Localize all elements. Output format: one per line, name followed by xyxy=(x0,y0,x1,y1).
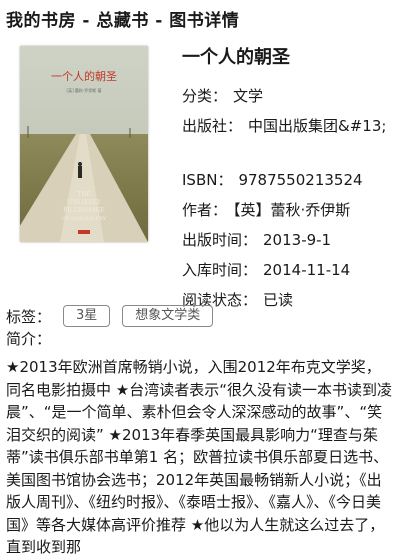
page-title: 我的书房 - 总藏书 - 图书详情 xyxy=(6,11,240,31)
stockdate-label: 入库时间： xyxy=(182,261,258,279)
tags-label: 标签： xyxy=(6,307,52,326)
pubdate-row: 出版时间： 2013-9-1 xyxy=(182,228,396,258)
tags-row: 标签： 3星 想象文学类 xyxy=(6,304,214,328)
intro-label: 简介： xyxy=(6,330,52,348)
publisher-row: 出版社： 中国出版集团&#13; xyxy=(182,114,396,168)
author-value: 【英】蕾秋·乔伊斯 xyxy=(233,201,351,219)
status-row: 阅读状态： 已读 xyxy=(182,288,396,318)
intro-text: ★2013年欧洲首席畅销小说，入围2012年布克文学奖，同名电影拍摄中 ★台湾读… xyxy=(6,358,392,556)
book-title: 一个人的朝圣 xyxy=(182,47,290,68)
stockdate-value: 2014-11-14 xyxy=(263,261,351,279)
stockdate-row: 入库时间： 2014-11-14 xyxy=(182,258,396,288)
pubdate-label: 出版时间： xyxy=(182,231,258,249)
cover-title-en-2: UNLIKELY xyxy=(67,199,101,206)
book-cover: 一个人的朝圣 [英] 蕾秋·乔伊斯 著 THE UNLIKELY PILGRIM… xyxy=(20,46,148,242)
book-info: 一个人的朝圣 分类： 文学 出版社： 中国出版集团&#13; ISBN： 978755… xyxy=(182,46,396,318)
author-row: 作者： 【英】蕾秋·乔伊斯 xyxy=(182,198,396,228)
author-label: 作者： xyxy=(182,201,228,219)
cover-title-cn: 一个人的朝圣 xyxy=(51,69,117,83)
category-label: 分类： xyxy=(182,87,228,105)
isbn-label: ISBN： xyxy=(182,171,233,189)
book-cover-image: 一个人的朝圣 [英] 蕾秋·乔伊斯 著 THE UNLIKELY PILGRIM… xyxy=(20,46,148,242)
pubdate-value: 2013-9-1 xyxy=(263,231,332,249)
category-value: 文学 xyxy=(233,87,264,105)
status-value: 已读 xyxy=(263,291,294,309)
tag-3-stars[interactable]: 3星 xyxy=(63,305,111,327)
publisher-value: 中国出版集团&#13; xyxy=(248,117,387,135)
cover-title-en-3: PILGRIMAGE xyxy=(63,207,105,214)
isbn-value: 9787550213524 xyxy=(238,171,363,189)
tag-imaginative-literature[interactable]: 想象文学类 xyxy=(122,305,214,327)
category-row: 分类： 文学 xyxy=(182,84,396,114)
publisher-label: 出版社： xyxy=(182,117,243,135)
cover-author-line: [英] 蕾秋·乔伊斯 著 xyxy=(67,87,102,93)
cover-title-en-4: OF HAROLD FRY xyxy=(62,216,107,222)
publisher-logo-icon xyxy=(78,230,90,234)
isbn-row: ISBN： 9787550213524 xyxy=(182,168,396,198)
cover-title-en-1: THE xyxy=(77,191,91,198)
